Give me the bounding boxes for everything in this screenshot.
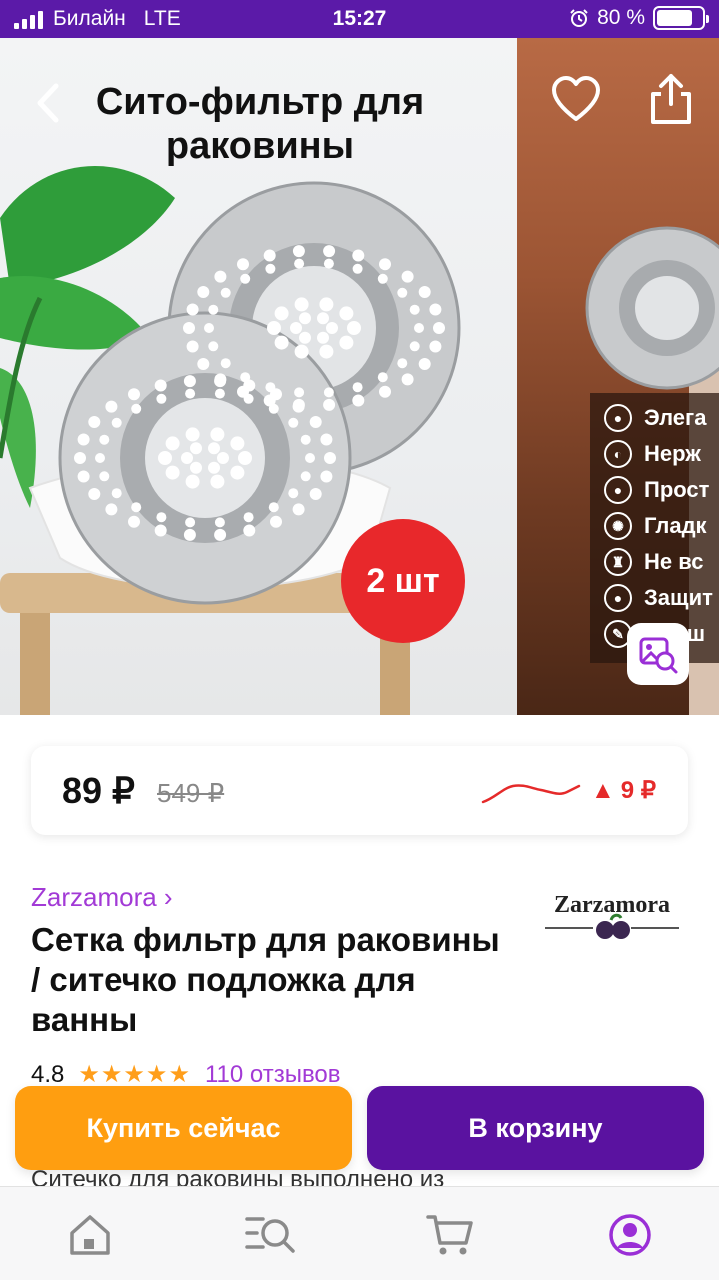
back-button[interactable] — [30, 80, 70, 126]
product-gallery[interactable]: 2 шт ● Элега ◐ Нерж ● Прост ✺ Гладк ♜ Не вс ● Защит… — [0, 38, 719, 715]
rating-value: 4.8 — [31, 1060, 65, 1088]
battery-fill — [657, 10, 693, 26]
feature-icon: ✺ — [604, 512, 632, 540]
star-rating-icon: ★★★★★ — [78, 1061, 191, 1088]
share-icon — [651, 74, 691, 124]
bottom-tab-bar — [0, 1186, 719, 1280]
feature-label: Прост — [644, 477, 710, 502]
product-screen: Билайн LTE 15:27 80 % 2 шт ● Элега ◐ Нер… — [0, 0, 719, 1280]
buy-now-button[interactable]: Купить сейчас — [15, 1086, 352, 1170]
reviews-link[interactable]: 110 отзывов — [205, 1061, 341, 1089]
catalog-search-icon — [245, 1217, 295, 1253]
feature-label: Гладк — [644, 513, 707, 538]
blackberry-logo: Zarzamora — [545, 892, 679, 939]
profile-icon — [609, 1214, 651, 1256]
feature-label: Не вс — [644, 549, 704, 574]
feature-item: ◐ Нерж — [604, 437, 701, 471]
svg-text:Zarzamora: Zarzamora — [554, 892, 670, 918]
tab-cart[interactable] — [426, 1211, 474, 1259]
triangle-up-icon: ▲ — [590, 776, 615, 804]
image-search-icon — [639, 637, 678, 674]
old-price: 549 ₽ — [157, 778, 225, 808]
product-title: Сетка фильтр для раковины / ситечко подл… — [31, 921, 500, 1038]
price-card[interactable]: 89 ₽ 549 ₽ ▲ 9 ₽ — [31, 746, 688, 835]
heart-icon — [552, 76, 600, 121]
alarm-icon — [570, 9, 588, 27]
current-price: 89 ₽ — [62, 770, 135, 811]
feature-label: Защит — [644, 585, 713, 610]
gallery-title: Сито-фильтр для раковины — [95, 81, 425, 167]
home-icon — [70, 1215, 110, 1255]
tab-profile[interactable] — [606, 1211, 654, 1259]
feature-icon: ● — [604, 404, 632, 432]
brand-link[interactable]: Zarzamora › — [31, 882, 173, 913]
feature-label: Элега — [644, 405, 707, 430]
rating-row[interactable]: 4.8 ★★★★★ 110 отзывов — [31, 1060, 341, 1089]
feature-icon: ♜ — [604, 548, 632, 576]
add-to-cart-button[interactable]: В корзину — [367, 1086, 704, 1170]
feature-item: ● Прост — [604, 473, 709, 507]
cart-icon — [426, 1215, 473, 1255]
feature-icon: ● — [604, 584, 632, 612]
quantity-badge: 2 шт — [341, 519, 465, 643]
battery-percent: 80 % — [597, 6, 645, 29]
price-change: ▲ 9 ₽ — [591, 776, 656, 805]
share-button[interactable] — [645, 70, 697, 126]
price-history-sparkline — [481, 784, 581, 804]
battery-icon — [653, 6, 709, 30]
feature-label: Нерж — [644, 441, 701, 466]
tab-home[interactable] — [66, 1211, 114, 1259]
status-bar: Билайн LTE 15:27 80 % — [0, 0, 719, 38]
favorite-button[interactable] — [550, 74, 602, 126]
chevron-left-icon — [37, 83, 59, 123]
feature-icon: ◐ — [604, 440, 632, 468]
feature-item: ● Защит — [604, 581, 713, 615]
feature-icon: ● — [604, 476, 632, 504]
status-right: 80 % — [569, 6, 709, 30]
price-change-value: 9 ₽ — [620, 777, 656, 804]
visual-search-button[interactable] — [627, 623, 689, 685]
brand-logo[interactable]: Zarzamora — [541, 888, 683, 948]
feature-item: ✺ Гладк — [604, 509, 707, 543]
feature-item: ♜ Не вс — [604, 545, 703, 579]
tab-catalog[interactable] — [245, 1211, 295, 1259]
feature-item: ● Элега — [604, 401, 706, 435]
